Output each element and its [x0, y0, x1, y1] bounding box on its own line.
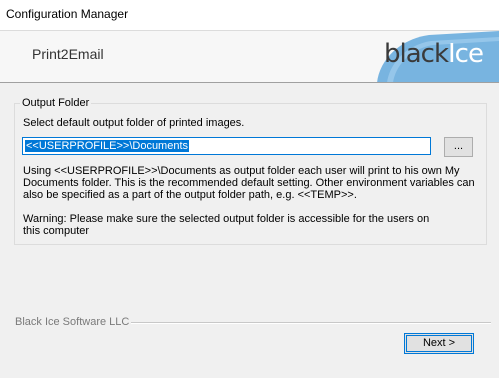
header-banner: Print2Email blackIce — [0, 30, 499, 83]
browse-button[interactable]: ... — [444, 137, 473, 157]
output-folder-input[interactable]: <<USERPROFILE>>\Documents — [22, 137, 431, 155]
output-folder-warning: Warning: Please make sure the selected o… — [23, 213, 430, 237]
next-button[interactable]: Next > — [404, 333, 474, 354]
footer-divider — [131, 322, 491, 324]
output-folder-input-value: <<USERPROFILE>>\Documents — [25, 140, 190, 152]
next-button-label: Next > — [422, 337, 456, 349]
window-title: Configuration Manager — [6, 7, 129, 21]
output-folder-legend: Output Folder — [20, 97, 92, 109]
company-name: Black Ice Software LLC — [15, 316, 130, 328]
logo-word-ice: Ice — [448, 39, 484, 69]
product-name: Print2Email — [32, 46, 104, 62]
title-bar: Configuration Manager — [0, 0, 499, 30]
black-ice-logo: blackIce — [359, 31, 499, 83]
output-folder-label: Select default output folder of printed … — [23, 117, 245, 129]
header-divider — [0, 82, 499, 83]
logo-text: blackIce — [384, 39, 484, 69]
output-folder-info: Using <<USERPROFILE>>\Documents as outpu… — [23, 165, 475, 201]
logo-word-black: black — [384, 39, 449, 69]
